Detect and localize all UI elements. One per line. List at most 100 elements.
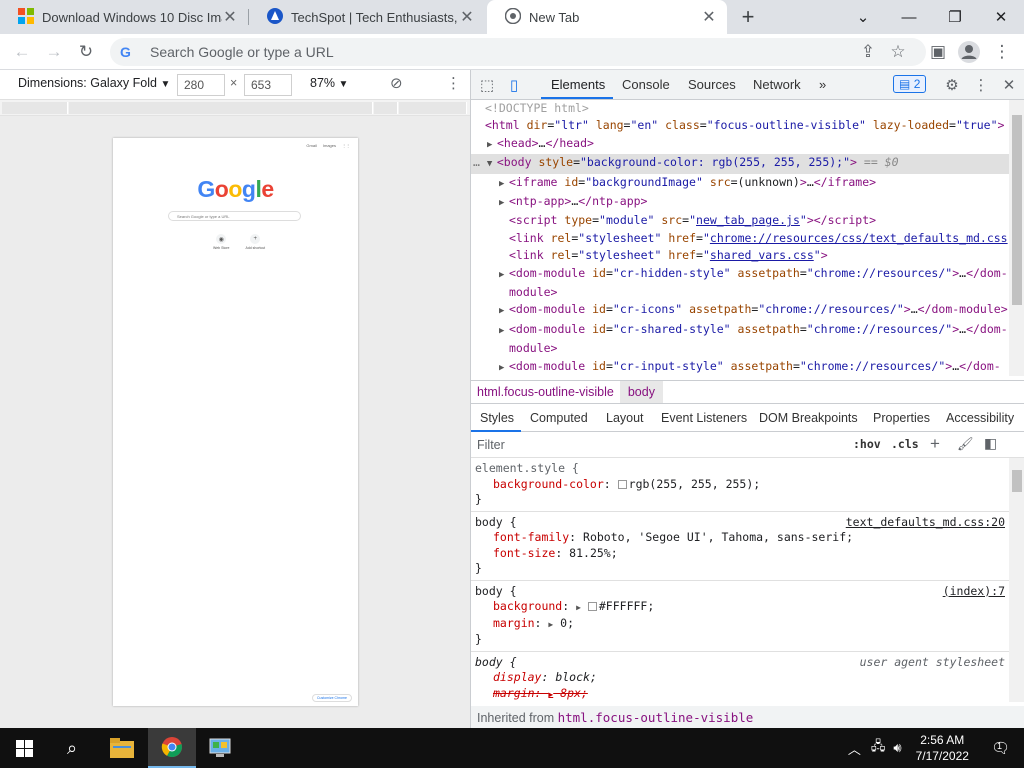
style-rule-user-agent[interactable]: body { user agent stylesheet display: bl… [471,652,1009,703]
gmail-link[interactable]: Gmail [306,143,316,148]
expand-triangle-icon[interactable]: ▶ [499,360,509,376]
emulated-device-screen[interactable]: Gmail Images ⋮⋮ Google Search Google or … [113,138,358,706]
volume-icon[interactable]: 🔊︎ [893,740,901,756]
tab-layout[interactable]: Layout [606,411,644,425]
tab-network[interactable]: Network [753,77,801,92]
rotate-icon[interactable]: ⊘ [390,74,403,92]
start-button-windows-icon[interactable] [0,728,48,768]
device-height-input[interactable]: 653 [244,74,292,96]
ruler-segment[interactable] [399,102,467,114]
minimize-icon[interactable]: — [886,0,932,34]
toggle-sidebar-icon[interactable]: ◧ [984,435,997,452]
rule-declaration-overridden[interactable]: margin: ▶ 8px; [475,686,1005,703]
scrollbar-thumb[interactable] [1012,115,1022,305]
new-tab-plus-icon[interactable]: + [733,0,763,34]
tab-elements[interactable]: Elements [551,77,605,92]
inherited-selector-link[interactable]: html.focus-outline-visible [558,710,754,725]
property-name[interactable]: font-family [493,530,569,544]
dom-line[interactable]: ▶ <dom-module id="cr-input-style" assetpa… [471,358,1011,376]
property-value[interactable]: 8px; [560,686,588,700]
rule-declaration[interactable]: font-family: Roboto, 'Segoe UI', Tahoma,… [475,530,1005,546]
property-name[interactable]: margin: [493,686,541,700]
tab-search-chevron-icon[interactable]: ⌄ [840,0,886,34]
dom-line[interactable]: module> [471,340,1011,357]
control-panel-icon[interactable] [196,728,244,768]
rendering-emulation-icon[interactable]: 🖌 [957,436,974,452]
profile-avatar-icon[interactable] [957,40,981,64]
side-panel-icon[interactable]: ▣ [926,40,950,64]
expand-triangle-icon[interactable]: ▶ [576,603,581,612]
expand-triangle-icon[interactable]: ▶ [548,620,553,629]
file-explorer-icon[interactable] [98,728,146,768]
tab-accessibility[interactable]: Accessibility [946,411,1014,425]
tab-techspot[interactable]: TechSpot | Tech Enthusiasts, Power Users… [249,0,485,34]
property-name[interactable]: margin [493,616,535,630]
rule-source-link[interactable]: (index):7 [943,584,1005,600]
rule-source-link[interactable]: text_defaults_md.css:20 [846,515,1005,531]
rule-declaration[interactable]: display: block; [475,670,1005,686]
more-tabs-icon[interactable]: » [819,77,826,92]
network-icon[interactable]: 🖧 [871,737,886,759]
tab-dom-breakpoints[interactable]: DOM Breakpoints [759,411,858,425]
breadcrumb-body[interactable]: body [619,381,663,403]
share-icon[interactable]: ⇪ [856,40,880,64]
collapse-triangle-icon[interactable]: ▼ [487,156,497,173]
color-swatch-icon[interactable] [617,479,627,489]
property-value[interactable]: 81.25%; [569,546,617,560]
color-swatch-icon[interactable] [587,602,597,611]
apps-grid-icon[interactable]: ⋮⋮ [342,143,350,148]
devtools-more-icon[interactable]: ⋮ [971,75,991,95]
breadcrumb-html[interactable]: html.focus-outline-visible [471,385,620,399]
images-link[interactable]: Images [323,143,336,148]
show-hidden-icons-chevron-icon[interactable]: ︿ [848,739,861,758]
expand-triangle-icon[interactable]: ▶ [487,137,497,154]
expand-triangle-icon[interactable]: ▶ [499,267,509,284]
dom-line[interactable]: ▶ <head>…</head> [471,135,1011,154]
issues-badge[interactable]: ▤ 2 [893,75,927,93]
dom-line-selected[interactable]: … ▼ <body style="background-color: rgb(25… [471,154,1011,174]
dom-line[interactable]: ▶ <dom-module id="cr-icons" assetpath="ch… [471,301,1011,320]
property-value[interactable]: #FFFFFF; [599,599,654,613]
reload-icon[interactable]: ↻ [74,40,98,64]
device-toggle-icon[interactable]: ▯ [504,75,524,95]
scrollbar-thumb[interactable] [1012,470,1022,492]
device-toolbar-more-icon[interactable]: ⋮ [446,74,461,92]
dom-tree-scrollbar[interactable] [1009,100,1024,376]
bookmark-star-icon[interactable]: ☆ [886,40,910,64]
notification-center-icon[interactable]: 🗨︎ 1 [991,739,1010,757]
styles-scrollbar[interactable] [1009,458,1024,702]
close-tab-icon[interactable]: ✕ [459,7,475,27]
rule-declaration[interactable]: background-color: rgb(255, 255, 255); [475,477,1005,493]
expand-triangle-icon[interactable]: ▶ [499,176,509,193]
dom-line[interactable]: <html dir="ltr" lang="en" class="focus-o… [471,117,1011,134]
rule-declaration[interactable]: font-size: 81.25%; [475,546,1005,562]
rule-declaration[interactable]: background: ▶ #FFFFFF; [475,599,1005,616]
inspect-element-icon[interactable]: ⬚ [477,75,497,95]
omnibox[interactable]: G Search Google or type a URL [110,38,926,66]
dom-line[interactable]: ▶ <dom-module id="cr-hidden-style" assetp… [471,265,1011,284]
property-name[interactable]: font-size [493,546,555,560]
search-icon[interactable]: ⌕ [48,728,96,768]
customize-chrome-button[interactable]: Customize Chrome [312,694,352,702]
dom-line[interactable]: <link rel="stylesheet" href="chrome://re… [471,230,1011,247]
style-rule-body-index[interactable]: body { (index):7 background: ▶ #FFFFFF; … [471,581,1009,652]
dom-line[interactable]: <script type="module" src="new_tab_page.… [471,212,1011,229]
expand-triangle-icon[interactable]: ▶ [548,690,553,699]
forward-arrow-icon[interactable]: → [42,40,66,64]
hover-state-toggle[interactable]: :hov [853,437,881,451]
expand-triangle-icon[interactable]: ▶ [499,195,509,212]
expand-triangle-icon[interactable]: ▶ [499,303,509,320]
rule-declaration[interactable]: margin: ▶ 0; [475,616,1005,633]
shortcut-web-store[interactable]: ◉ Web Store [213,234,229,250]
tab-sources[interactable]: Sources [688,77,736,92]
media-query-ruler[interactable] [0,100,470,116]
shortcut-add[interactable]: + Add shortcut [245,234,265,250]
ruler-segment[interactable] [2,102,68,114]
restore-icon[interactable]: ❐ [932,0,978,34]
device-dimensions-dropdown[interactable]: Dimensions: Galaxy Fold ▼ [18,76,170,90]
dom-tree[interactable]: <!DOCTYPE html> <html dir="ltr" lang="en… [471,100,1011,376]
clock[interactable]: 2:56 AM 7/17/2022 [916,732,969,764]
close-devtools-icon[interactable]: ✕ [999,75,1019,95]
class-toggle[interactable]: .cls [891,437,919,451]
tab-windows-download[interactable]: Download Windows 10 Disc Image ✕ [0,0,248,34]
